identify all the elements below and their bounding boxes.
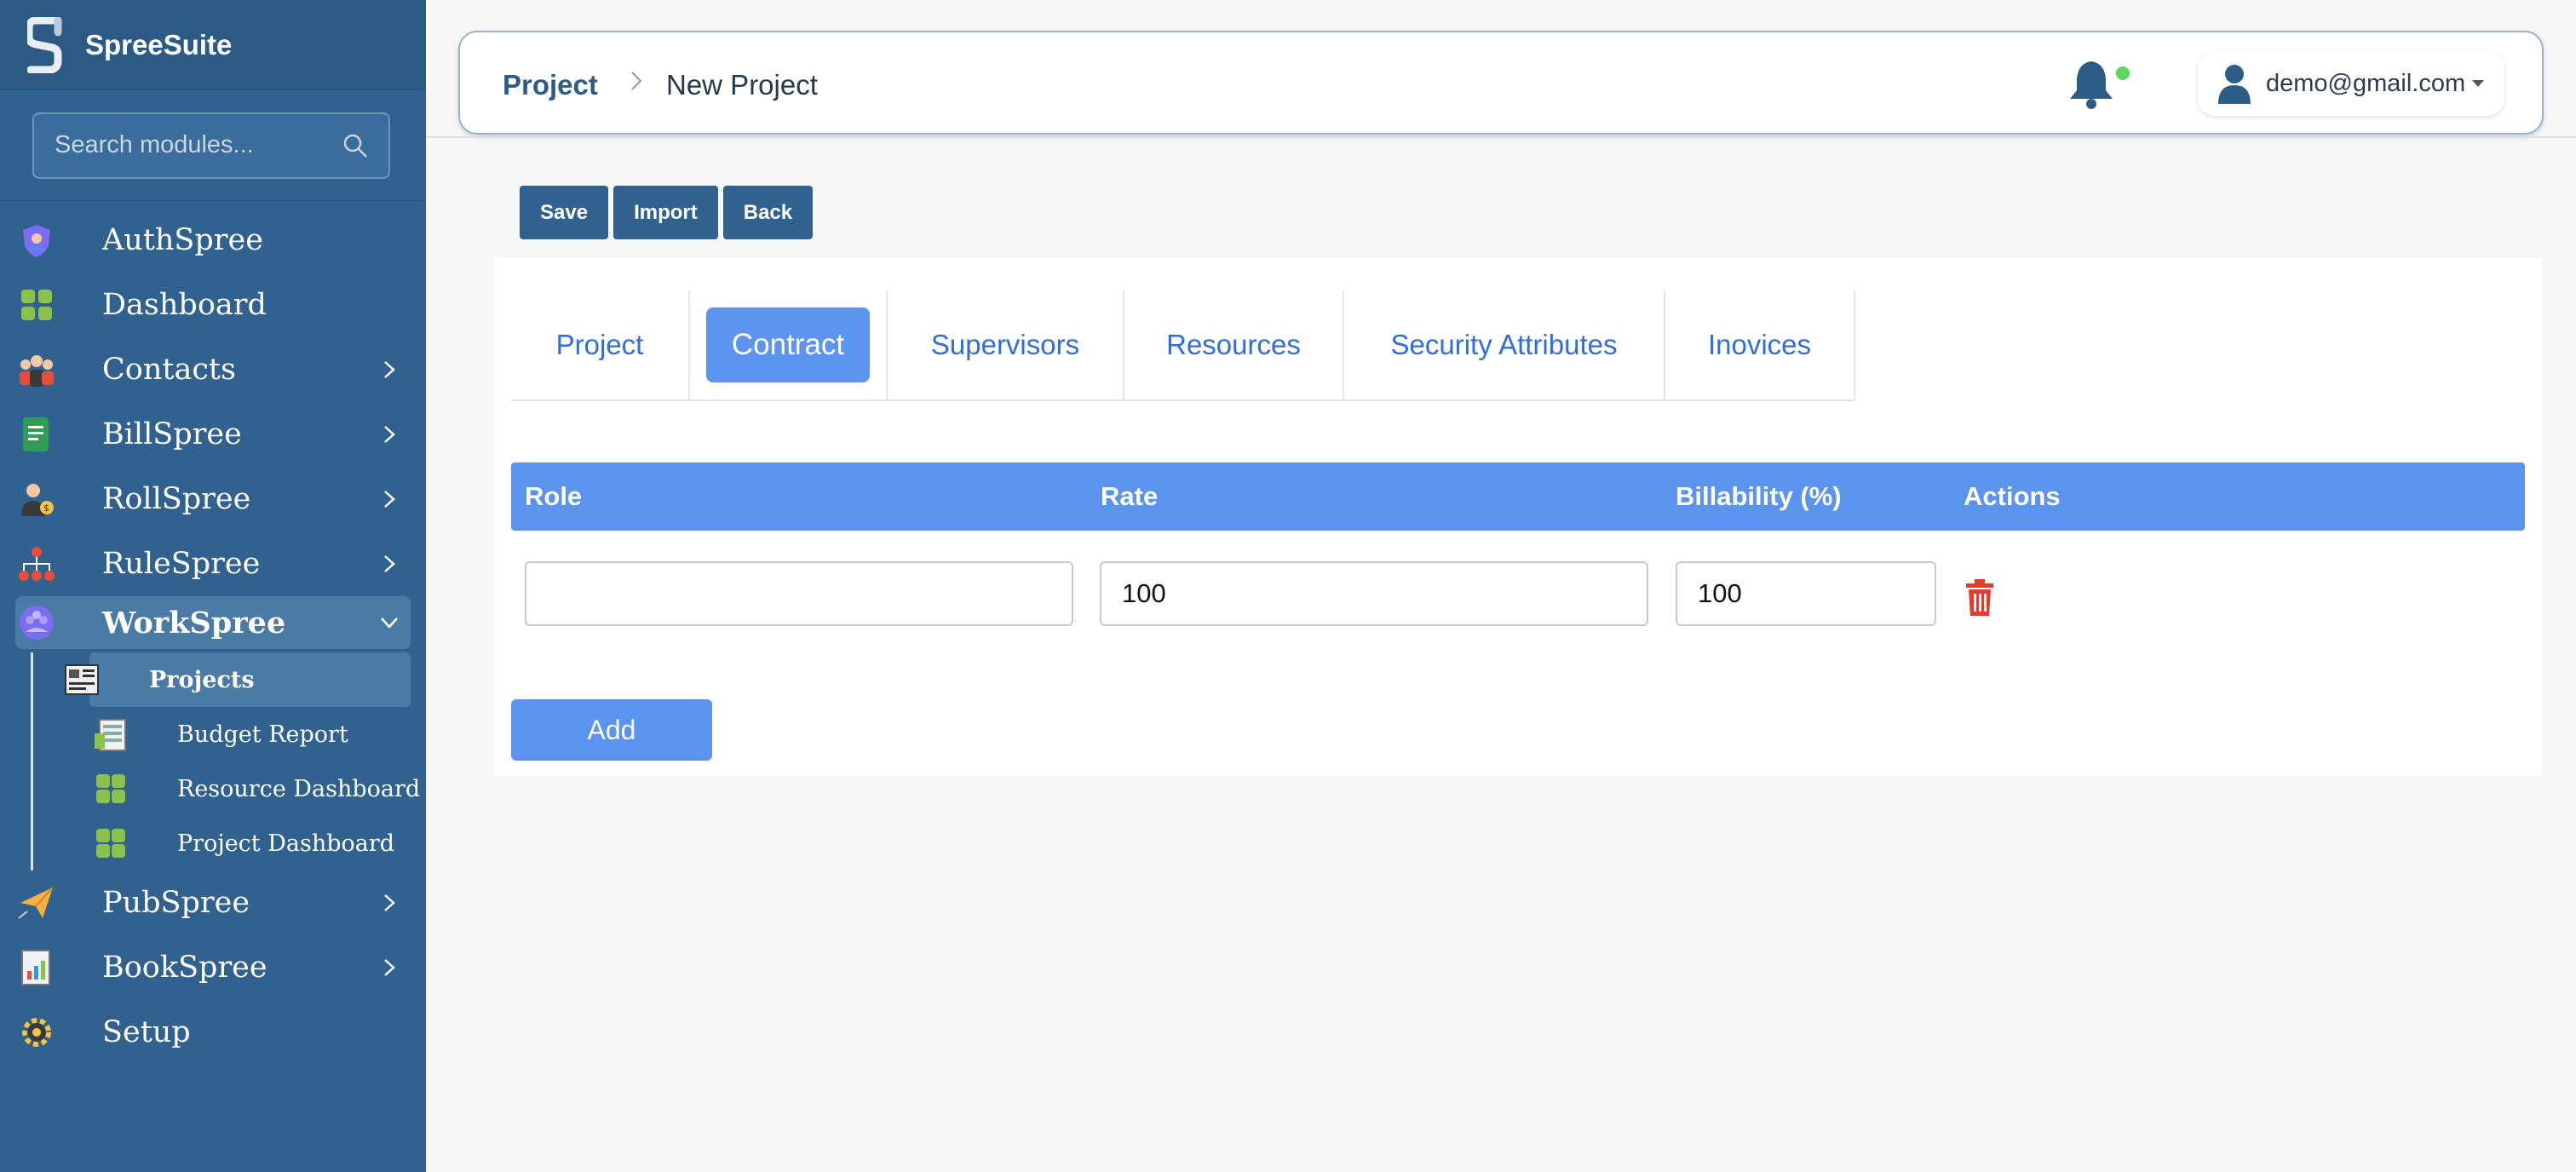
tab-label: Contract [705,307,871,382]
column-header-billability: Billability (%) [1676,481,1842,511]
back-button[interactable]: Back [722,186,814,239]
tab-resources[interactable]: Resources [1124,290,1344,399]
budget-sheet-icon [95,719,126,751]
chevron-right-icon [384,555,395,572]
hierarchy-icon [17,544,56,583]
contacts-group-icon [17,350,56,389]
sidebar-subitem-label: Budget Report [177,721,348,748]
search-input[interactable] [55,131,327,159]
chevron-right-icon [384,426,395,443]
sidebar: SpreeSuite AuthSpree Dashboard Contacts … [0,0,426,1172]
column-header-role: Role [525,481,583,511]
spreesuite-logo-icon [27,16,62,73]
tab-project[interactable]: Project [511,290,690,399]
save-button[interactable]: Save [520,186,609,239]
rate-input[interactable] [1100,561,1648,626]
tab-label: Security Attributes [1390,329,1618,360]
sidebar-item-rulespree[interactable]: RuleSpree [0,531,426,596]
dashboard-grid-icon [17,285,56,325]
sidebar-item-pubspree[interactable]: PubSpree [0,870,426,935]
project-form-card: Project Contract Supervisors Resources S… [494,258,2542,776]
billability-input[interactable] [1676,561,1936,626]
sidebar-item-label: WorkSpree [102,605,286,641]
chevron-right-icon [384,491,395,508]
gear-icon [17,1013,56,1052]
tab-contract[interactable]: Contract [690,290,888,399]
sidebar-item-label: BookSpree [102,951,267,985]
sidebar-subitem-projects[interactable]: Projects [65,652,411,707]
breadcrumb-current: New Project [666,69,818,101]
sidebar-item-label: Contacts [102,353,236,387]
search-icon[interactable] [342,133,368,158]
tab-label: Inovices [1707,329,1812,360]
tab-inovices[interactable]: Inovices [1665,290,1855,399]
sidebar-item-bookspree[interactable]: BookSpree [0,935,426,1000]
tab-supervisors[interactable]: Supervisors [888,290,1124,399]
add-row-button[interactable]: Add [511,699,712,761]
chevron-down-icon [381,618,398,629]
action-toolbar: Save Import Back [520,186,814,239]
projects-board-icon [65,664,99,695]
import-button[interactable]: Import [613,186,718,239]
workspree-submenu: Projects Budget Report Resource Dashboar… [31,652,426,870]
notification-bell-icon[interactable] [2067,58,2116,111]
tab-label: Supervisors [930,329,1080,360]
user-menu[interactable]: demo@gmail.com [2198,51,2504,116]
sidebar-subitem-label: Project Dashboard [177,830,395,857]
tab-label: Project [555,329,644,360]
sidebar-item-rollspree[interactable]: $ RollSpree [0,467,426,531]
sidebar-subitem-project-dashboard[interactable]: Project Dashboard [60,816,426,870]
module-search [32,112,390,179]
role-input[interactable] [525,561,1073,626]
column-header-actions: Actions [1964,481,2061,511]
sidebar-item-dashboard[interactable]: Dashboard [0,273,426,337]
sidebar-item-label: RollSpree [102,482,251,516]
notification-status-dot [2116,66,2130,80]
book-report-icon [17,948,56,987]
header-divider [426,136,2576,138]
shield-people-icon [17,221,56,260]
sidebar-subitem-label: Resource Dashboard [177,775,421,802]
work-team-icon [17,603,56,642]
bill-document-icon [17,415,56,454]
sidebar-item-label: Setup [102,1015,191,1049]
sidebar-nav: AuthSpree Dashboard Contacts BillSpree $… [0,201,426,1065]
sidebar-subitem-label: Projects [149,666,255,693]
chevron-right-icon [384,361,395,378]
sidebar-item-label: BillSpree [102,417,242,451]
tab-label: Resources [1166,329,1301,360]
sidebar-item-workspree[interactable]: WorkSpree [15,596,411,649]
user-avatar-icon [2218,65,2251,104]
caret-down-icon [2472,80,2485,87]
sidebar-item-label: AuthSpree [102,223,263,257]
column-header-rate: Rate [1101,481,1159,511]
sidebar-subitem-budget-report[interactable]: Budget Report [60,707,426,761]
paper-plane-icon [17,883,56,922]
app-name: SpreeSuite [85,28,233,60]
dashboard-grid-icon [96,829,125,858]
payroll-person-icon: $ [17,480,56,519]
sidebar-item-authspree[interactable]: AuthSpree [0,208,426,273]
chevron-right-icon [384,959,395,976]
tab-security-attributes[interactable]: Security Attributes [1344,290,1665,399]
breadcrumb-root[interactable]: Project [503,69,598,101]
contract-table-header: Role Rate Billability (%) Actions [511,462,2525,531]
breadcrumb-chevron-icon [631,72,642,90]
sidebar-subitem-resource-dashboard[interactable]: Resource Dashboard [60,761,426,816]
project-tabs: Project Contract Supervisors Resources S… [511,290,1855,401]
sidebar-item-label: PubSpree [102,886,250,920]
sidebar-item-contacts[interactable]: Contacts [0,337,426,402]
sidebar-item-setup[interactable]: Setup [0,1000,426,1065]
brand[interactable]: SpreeSuite [0,0,426,90]
dashboard-grid-icon [96,774,125,803]
svg-text:$: $ [43,503,49,514]
sidebar-item-label: RuleSpree [102,547,261,581]
delete-trash-icon[interactable] [1963,578,1997,618]
sidebar-item-label: Dashboard [102,288,267,322]
sidebar-item-billspree[interactable]: BillSpree [0,402,426,467]
user-email: demo@gmail.com [2266,69,2466,97]
chevron-right-icon [384,894,395,911]
top-header: Project New Project demo@gmail.com [458,31,2544,135]
